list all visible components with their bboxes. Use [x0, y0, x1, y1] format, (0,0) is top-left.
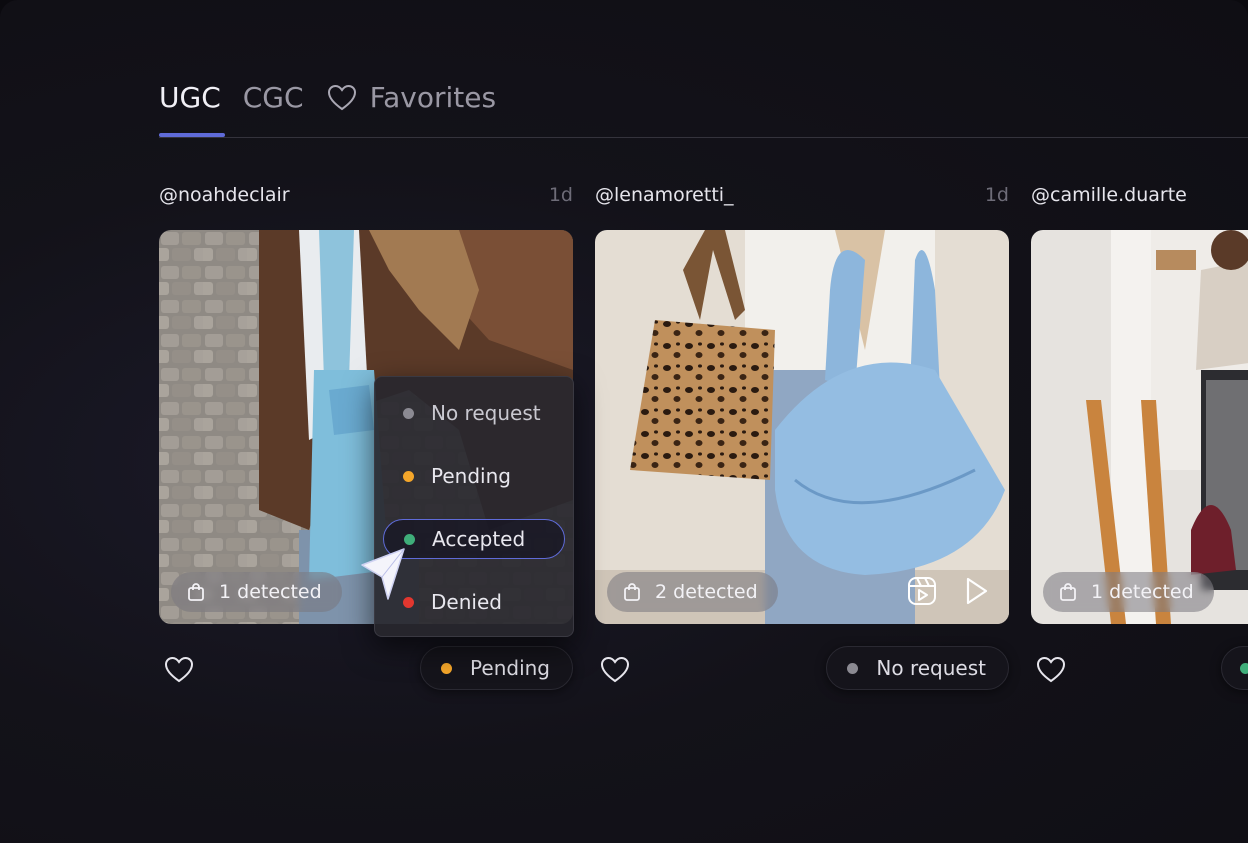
post-photo — [1031, 230, 1248, 624]
status-dot — [403, 407, 414, 419]
tab-favorites[interactable]: Favorites — [326, 78, 496, 118]
status-dot — [441, 662, 453, 674]
shopping-bag-icon — [1060, 583, 1076, 601]
rights-status-button[interactable] — [1221, 646, 1248, 690]
mouse-pointer-icon — [361, 548, 405, 600]
like-heart-icon[interactable] — [163, 654, 195, 684]
tab-cgc[interactable]: CGC — [243, 78, 304, 118]
creator-handle[interactable]: @camille.duarte — [1031, 184, 1187, 206]
reel-icon[interactable] — [907, 576, 937, 606]
status-dot — [1240, 662, 1248, 674]
content-card: @noahdeclair 1d 1 detected Pending — [159, 180, 573, 690]
option-label: Pending — [431, 464, 511, 488]
tab-ugc-label: UGC — [159, 81, 221, 114]
detected-count: 2 detected — [655, 581, 758, 603]
status-dot — [403, 470, 414, 482]
tab-divider — [159, 137, 1248, 138]
detected-count: 1 detected — [219, 581, 322, 603]
app-window: UGC CGC Favorites @noahdeclair 1d 1 dete… — [0, 0, 1248, 843]
post-age: 1d — [548, 184, 573, 206]
tab-cgc-label: CGC — [242, 81, 304, 114]
like-heart-icon[interactable] — [599, 654, 631, 684]
detected-products-chip[interactable]: 1 detected — [171, 572, 342, 612]
status-option-pending[interactable]: Pending — [383, 456, 565, 496]
option-label: Accepted — [432, 527, 526, 551]
detected-products-chip[interactable]: 1 detected — [1043, 572, 1214, 612]
status-dot — [847, 662, 859, 674]
tab-favorites-label: Favorites — [369, 81, 497, 114]
status-option-accepted[interactable]: Accepted — [383, 519, 565, 559]
option-label: No request — [431, 401, 541, 425]
post-image[interactable]: 1 detected — [1031, 230, 1248, 624]
play-icon[interactable] — [965, 577, 989, 605]
status-label: No request — [876, 656, 986, 680]
like-heart-icon[interactable] — [1035, 654, 1067, 684]
detected-count: 1 detected — [1091, 581, 1194, 603]
detected-products-chip[interactable]: 2 detected — [607, 572, 778, 612]
content-card: @lenamoretti_ 1d 2 detected No request — [595, 180, 1009, 690]
heart-icon — [327, 84, 356, 111]
option-label: Denied — [431, 590, 502, 614]
status-option-denied[interactable]: Denied — [383, 582, 565, 622]
status-label: Pending — [470, 656, 550, 680]
rights-status-button[interactable]: No request — [826, 646, 1009, 690]
content-tabs: UGC CGC Favorites — [159, 78, 518, 138]
post-image[interactable]: 2 detected — [595, 230, 1009, 624]
tab-ugc[interactable]: UGC — [159, 78, 221, 118]
creator-handle[interactable]: @noahdeclair — [159, 184, 290, 206]
post-photo — [595, 230, 1009, 624]
rights-status-button[interactable]: Pending — [420, 646, 573, 690]
creator-handle[interactable]: @lenamoretti_ — [595, 184, 734, 206]
content-card: @camille.duarte 1 detected — [1031, 180, 1248, 690]
shopping-bag-icon — [188, 583, 204, 601]
status-option-no-request[interactable]: No request — [383, 393, 565, 433]
status-dot — [404, 533, 415, 545]
shopping-bag-icon — [624, 583, 640, 601]
post-age: 1d — [984, 184, 1009, 206]
